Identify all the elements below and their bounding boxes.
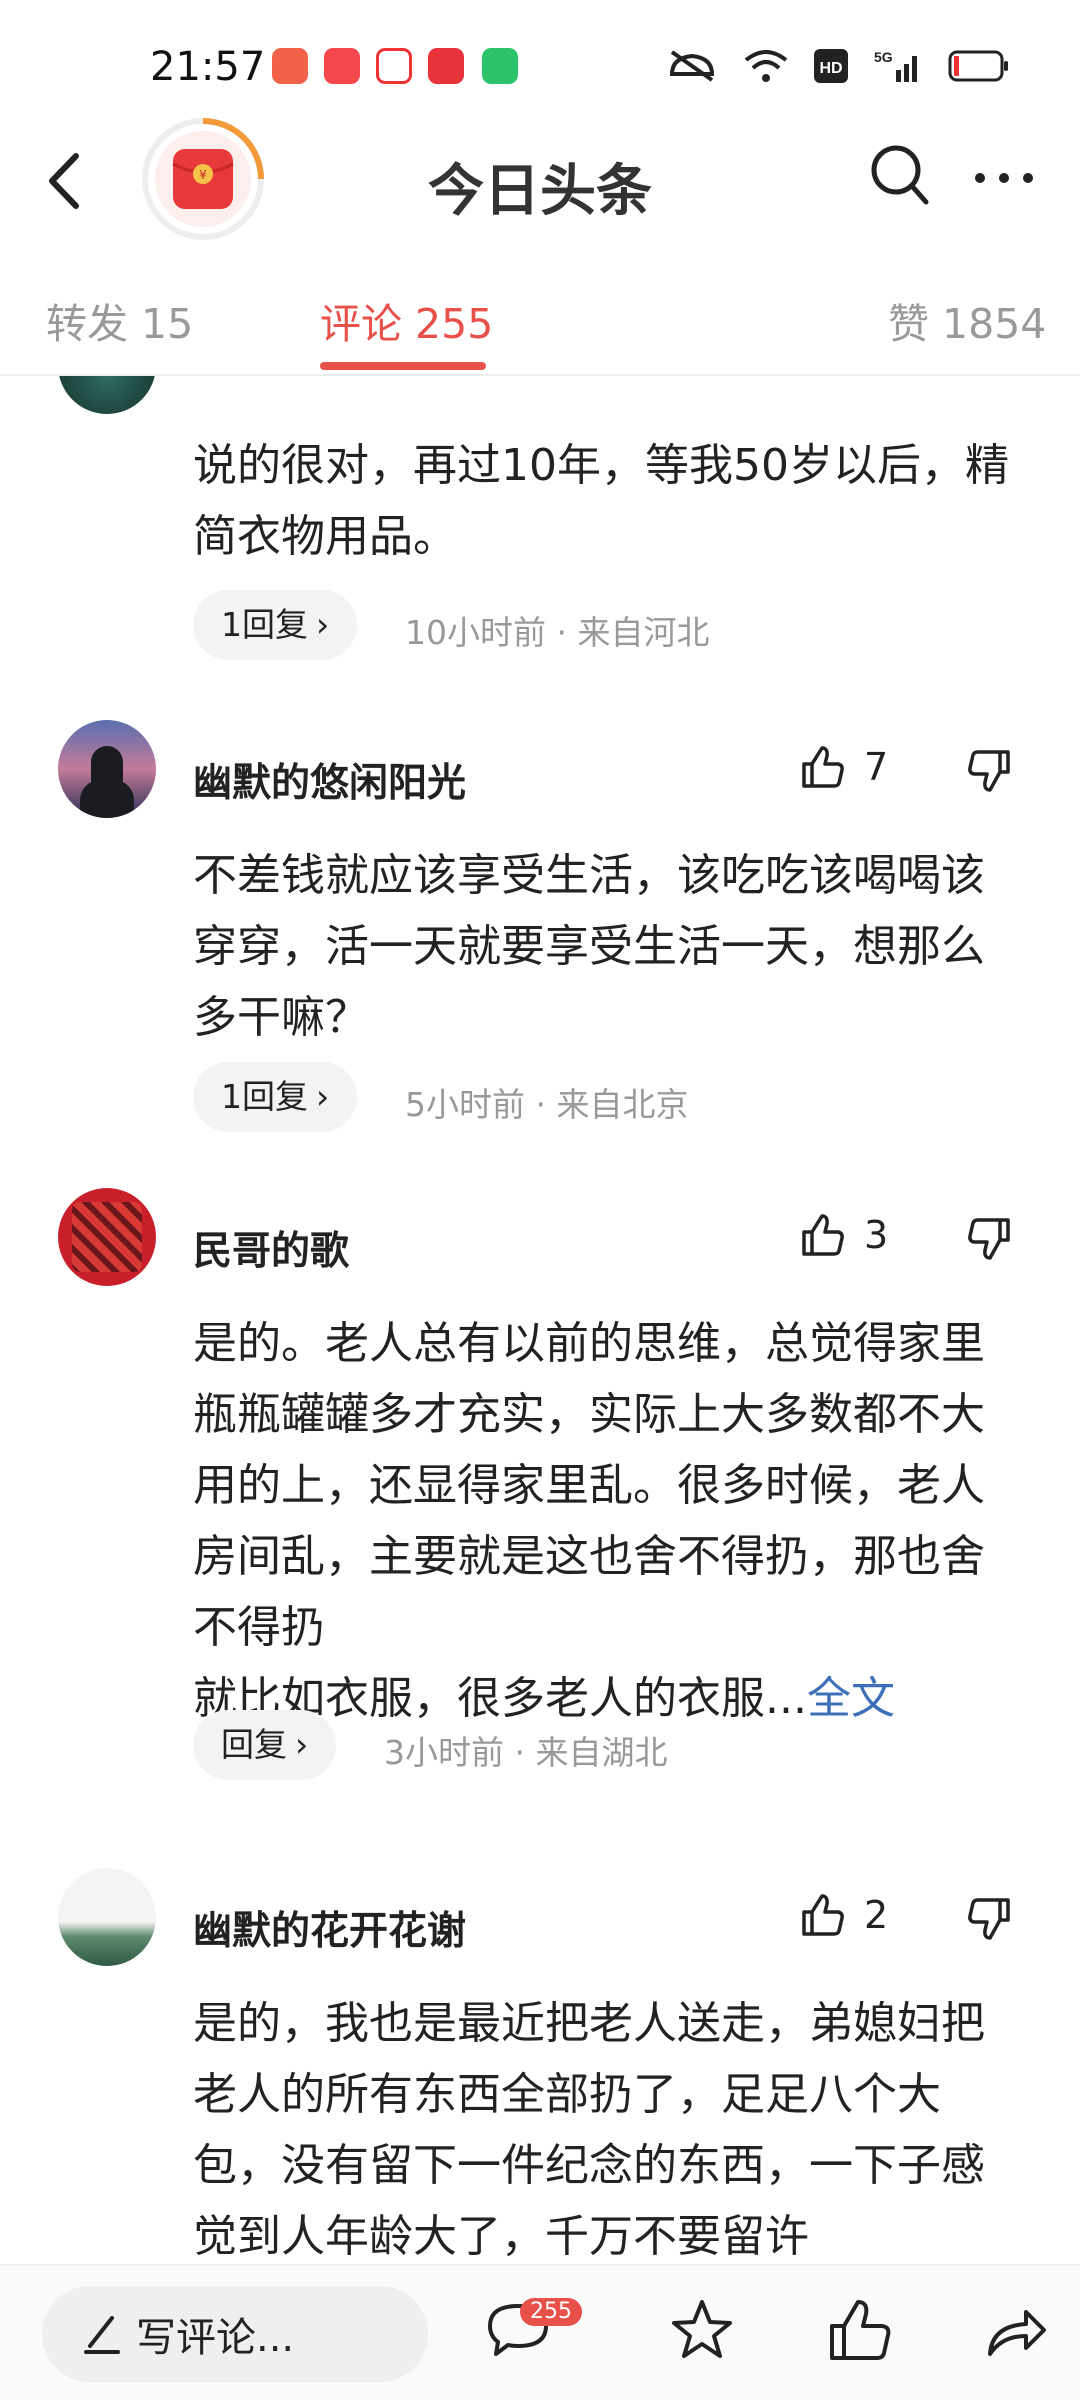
comment-text: 说的很对，再过10年，等我50岁以后，精简衣物用品。 (193, 440, 1009, 562)
comment-text: 不差钱就应该享受生活，该吃吃该喝喝该穿穿，活一天就要享受生活一天，想那么多干嘛？ (193, 850, 985, 1043)
mute-icon (669, 50, 715, 82)
avatar[interactable] (58, 1868, 156, 1966)
expand-full-text-link[interactable]: 全文 (807, 1673, 895, 1724)
header: ¥ 今日头条 (0, 110, 1080, 250)
like-count: 2 (864, 1893, 889, 1937)
comment-tabs: 转发 15 评论 255 赞 1854 (0, 272, 1080, 376)
pencil-icon (84, 2316, 120, 2354)
commenter-name[interactable]: 幽默的花开花谢 (193, 1900, 466, 1956)
app-notification-icon (428, 48, 464, 84)
thumb-up-icon (802, 746, 844, 788)
reply-button[interactable]: 回复 › (193, 1710, 337, 1780)
chevron-right-icon: › (295, 1725, 309, 1764)
like-count: 3 (864, 1213, 889, 1257)
write-comment-placeholder: 写评论... (136, 2315, 295, 2361)
like-button[interactable]: 7 (800, 744, 888, 790)
reply-button[interactable]: 1回复 › (193, 590, 358, 660)
thumb-up-icon (802, 1214, 844, 1256)
like-button[interactable]: 2 (800, 1892, 888, 1938)
search-icon[interactable] (868, 142, 932, 212)
comment-text: 是的，我也是最近把老人送走，弟媳妇把老人的所有东西全部扔了，足足八个大包，没有留… (193, 1998, 985, 2262)
wifi-icon (744, 50, 788, 82)
app-notification-icon (376, 48, 412, 84)
reply-label: 1回复 (221, 605, 308, 644)
share-icon[interactable] (982, 2296, 1050, 2364)
battery-icon (948, 50, 1008, 82)
comment-meta: 3小时前 · 来自湖北 (384, 1733, 668, 1772)
reply-button[interactable]: 1回复 › (193, 1062, 358, 1132)
comment-list[interactable]: 说的很对，再过10年，等我50岁以后，精简衣物用品。 1回复 › 10小时前 · … (0, 376, 1080, 2264)
comment-text-body: 是的。老人总有以前的思维，总觉得家里瓶瓶罐罐多才充实，实际上大多数都不大用的上，… (193, 1318, 985, 1724)
like-count: 7 (864, 745, 889, 789)
star-icon[interactable] (668, 2296, 736, 2364)
commenter-name[interactable]: 幽默的悠闲阳光 (193, 752, 466, 808)
thumb-down-icon[interactable] (966, 1896, 1012, 1942)
more-icon[interactable] (974, 172, 1034, 184)
thumb-down-icon[interactable] (966, 1216, 1012, 1262)
hd-icon: HD (814, 49, 848, 83)
chevron-right-icon: › (316, 605, 330, 644)
tab-likes[interactable]: 赞 1854 (888, 290, 1046, 350)
tab-reposts[interactable]: 转发 15 (46, 290, 193, 350)
app-notification-icon (272, 48, 308, 84)
thumb-down-icon[interactable] (966, 748, 1012, 794)
tab-comments[interactable]: 评论 255 (320, 290, 493, 350)
avatar[interactable] (58, 376, 156, 414)
reply-label: 回复 (221, 1725, 287, 1764)
thumb-up-icon[interactable] (826, 2296, 894, 2364)
avatar[interactable] (58, 1188, 156, 1286)
like-button[interactable]: 3 (800, 1212, 888, 1258)
chevron-right-icon: › (316, 1077, 330, 1116)
svg-text:HD: HD (819, 60, 842, 77)
comment-meta: 5小时前 · 来自北京 (405, 1085, 689, 1124)
comment-count-badge: 255 (520, 2298, 582, 2326)
status-indicators: HD 5G (666, 48, 1010, 84)
write-comment-input[interactable]: 写评论... (42, 2286, 428, 2382)
avatar[interactable] (58, 720, 156, 818)
comment-text: 是的。老人总有以前的思维，总觉得家里瓶瓶罐罐多才充实，实际上大多数都不大用的上，… (193, 1308, 1013, 1734)
comment-meta: 10小时前 · 来自河北 (405, 613, 710, 652)
active-tab-indicator (320, 362, 486, 370)
app-notification-icon (324, 48, 360, 84)
commenter-name[interactable]: 民哥的歌 (193, 1220, 349, 1276)
thumb-up-icon (802, 1894, 844, 1936)
app-notification-icon (482, 48, 518, 84)
reply-label: 1回复 (221, 1077, 308, 1116)
signal-icon: 5G (874, 49, 917, 82)
svg-text:5G: 5G (874, 49, 893, 65)
status-time: 21:57 (150, 44, 266, 90)
bottom-action-bar: 写评论... 255 (0, 2264, 1080, 2400)
